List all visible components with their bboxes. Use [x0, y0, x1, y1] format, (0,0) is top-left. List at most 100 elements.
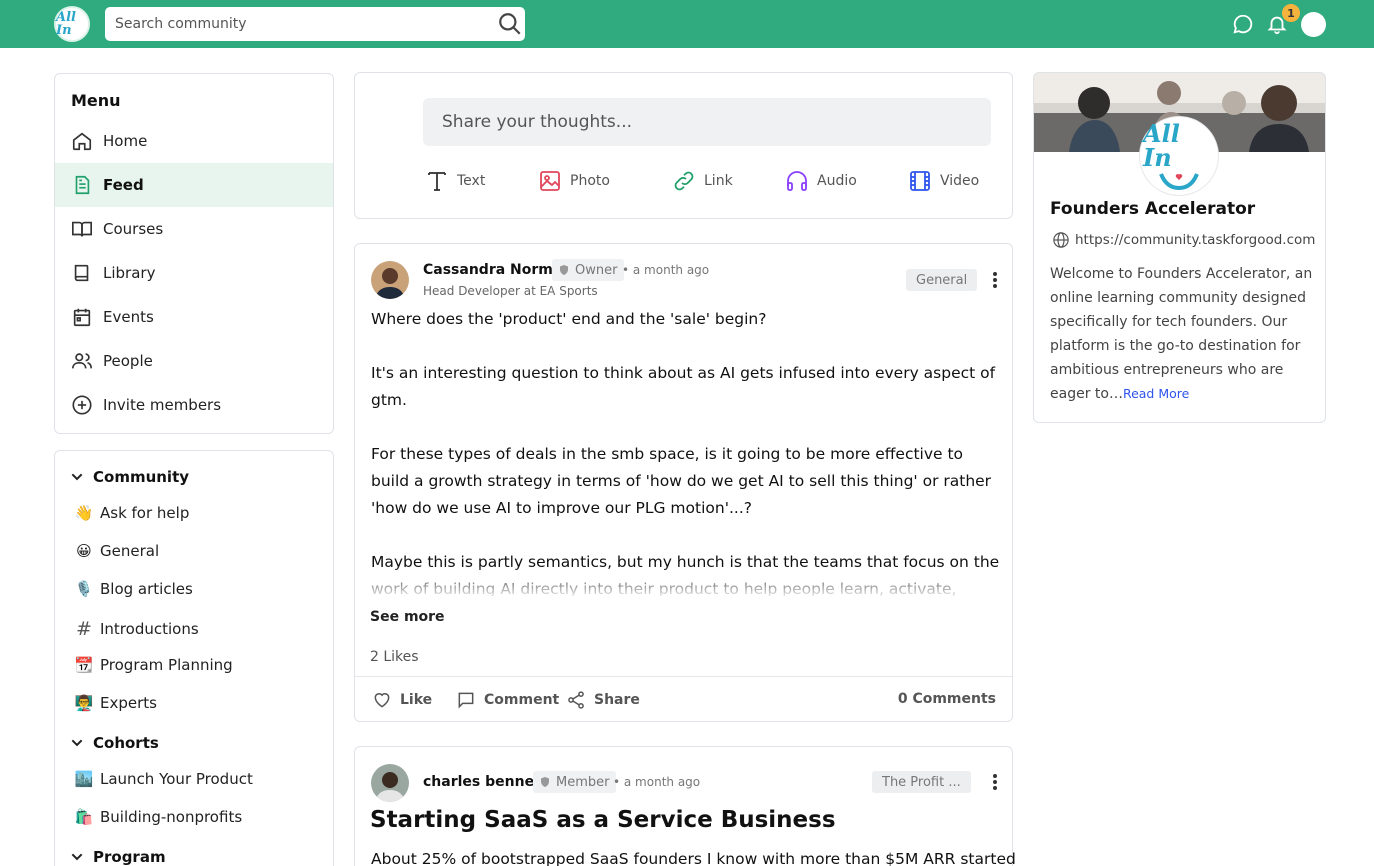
post-paragraph: Where does the 'product' end and the 'sa…: [371, 310, 767, 328]
chevron-down-icon: [71, 473, 83, 481]
url-text: https://community.taskforgood.com: [1075, 232, 1316, 248]
heart-icon: [374, 693, 390, 708]
plus-circle-icon: [72, 395, 92, 415]
space-label: Program Planning: [100, 656, 233, 674]
space-label: General: [100, 542, 160, 560]
film-icon: [910, 171, 930, 191]
chevron-down-icon: [71, 853, 83, 861]
community-logo[interactable]: All In: [54, 6, 90, 42]
group-program[interactable]: Program: [69, 848, 166, 866]
menu-item-label: Courses: [103, 220, 164, 238]
description-text: Welcome to Founders Accelerator, an onli…: [1050, 266, 1313, 402]
share-button[interactable]: Share: [566, 690, 640, 710]
post-card: Cassandra Norman Owner • a month ago Hea…: [354, 243, 1013, 722]
comment-label: Comment: [484, 692, 560, 708]
role-badge: Member: [533, 771, 617, 793]
shield-icon: [560, 265, 568, 275]
post-type-audio[interactable]: Audio: [785, 169, 857, 193]
photo-icon: [540, 171, 560, 191]
comment-icon: [458, 692, 474, 709]
group-label: Program: [93, 848, 166, 866]
space-program-planning[interactable]: 📆 Program Planning: [73, 656, 233, 674]
wave-icon: 👋: [74, 504, 94, 522]
post-excerpt: About 25% of bootstrapped SaaS founders …: [371, 850, 1016, 866]
post-paragraph: For these types of deals in the smb spac…: [371, 445, 992, 517]
comments-count[interactable]: 0 Comments: [898, 691, 996, 707]
post-type-label: Audio: [817, 173, 857, 189]
menu-item-invite-members[interactable]: Invite members: [55, 383, 333, 427]
category-badge[interactable]: The Profit ...: [872, 771, 971, 793]
post-type-link[interactable]: Link: [672, 169, 733, 193]
cityscape-icon: 🏙️: [74, 770, 94, 788]
library-icon: [74, 264, 89, 282]
notification-badge: 1: [1282, 4, 1300, 22]
space-blog-articles[interactable]: 🎙️ Blog articles: [73, 580, 193, 598]
divider: [355, 676, 1012, 677]
likes-count[interactable]: 2 Likes: [370, 649, 419, 665]
community-url[interactable]: https://community.taskforgood.com: [1052, 231, 1315, 249]
headphones-icon: [787, 171, 807, 191]
chat-icon[interactable]: [1232, 13, 1254, 35]
menu-card: Menu Home Feed Courses Library Events Pe…: [54, 73, 334, 434]
search-box: [105, 7, 525, 41]
author-avatar[interactable]: [371, 764, 409, 802]
post-paragraph: It's an interesting question to think ab…: [371, 364, 996, 409]
author-avatar[interactable]: [371, 261, 409, 299]
space-label: Building-nonprofits: [100, 808, 243, 826]
search-input[interactable]: [105, 7, 485, 41]
author-name[interactable]: charles bennett: [423, 774, 547, 790]
menu-item-label: Feed: [103, 176, 144, 194]
post-type-photo[interactable]: Photo: [538, 169, 610, 193]
post-body: Where does the 'product' end and the 'sa…: [371, 306, 1001, 596]
post-time: • a month ago: [613, 775, 701, 789]
menu-item-label: Events: [103, 308, 154, 326]
space-building-nonprofits[interactable]: 🛍️ Building-nonprofits: [73, 808, 242, 826]
more-options-icon[interactable]: [992, 774, 998, 792]
group-cohorts[interactable]: Cohorts: [69, 734, 159, 752]
like-button[interactable]: Like: [372, 690, 432, 710]
menu-item-home[interactable]: Home: [55, 119, 333, 163]
post-card: charles bennett Member • a month ago The…: [354, 746, 1016, 866]
post-type-label: Text: [457, 173, 486, 189]
community-logo-large: All In: [1140, 117, 1218, 195]
search-icon[interactable]: [497, 11, 523, 37]
community-description: Welcome to Founders Accelerator, an onli…: [1050, 262, 1315, 406]
comment-button[interactable]: Comment: [456, 690, 559, 710]
space-launch-your-product[interactable]: 🏙️ Launch Your Product: [73, 770, 253, 788]
share-label: Share: [594, 692, 640, 708]
space-general[interactable]: 😀 General: [73, 542, 159, 560]
space-experts[interactable]: 👨‍🏫 Experts: [73, 694, 157, 712]
space-label: Experts: [100, 694, 157, 712]
user-avatar[interactable]: [1301, 12, 1326, 37]
space-label: Blog articles: [100, 580, 193, 598]
menu-item-people[interactable]: People: [55, 339, 333, 383]
read-more-link[interactable]: Read More: [1123, 386, 1189, 401]
menu-item-library[interactable]: Library: [55, 251, 333, 295]
menu-title: Menu: [71, 91, 121, 110]
shopping-bags-icon: 🛍️: [74, 808, 94, 826]
menu-item-label: Invite members: [103, 396, 222, 414]
menu-item-label: Home: [103, 132, 148, 150]
share-thoughts-input[interactable]: [423, 98, 991, 146]
category-badge[interactable]: General: [906, 269, 978, 291]
link-icon: [674, 171, 694, 191]
menu-item-events[interactable]: Events: [55, 295, 333, 339]
post-type-label: Video: [940, 173, 980, 189]
post-title[interactable]: Starting SaaS as a Service Business: [370, 807, 836, 833]
microphone-icon: 🎙️: [74, 580, 94, 598]
space-introductions[interactable]: # Introductions: [73, 618, 199, 640]
spaces-card: Community 👋 Ask for help 😀 General 🎙️ Bl…: [54, 450, 334, 866]
post-type-text[interactable]: Text: [425, 169, 485, 193]
author-name[interactable]: Cassandra Norman: [423, 262, 572, 278]
menu-item-feed[interactable]: Feed: [55, 163, 333, 207]
post-type-video[interactable]: Video: [908, 169, 979, 193]
space-ask-for-help[interactable]: 👋 Ask for help: [73, 504, 190, 522]
group-community[interactable]: Community: [69, 468, 189, 486]
see-more-link[interactable]: See more: [370, 609, 445, 625]
feed-icon: [75, 175, 90, 195]
hands-heart-icon: [1159, 173, 1199, 190]
space-label: Launch Your Product: [100, 770, 253, 788]
menu-item-courses[interactable]: Courses: [55, 207, 333, 251]
more-options-icon[interactable]: [992, 272, 998, 290]
teacher-icon: 👨‍🏫: [74, 694, 94, 712]
